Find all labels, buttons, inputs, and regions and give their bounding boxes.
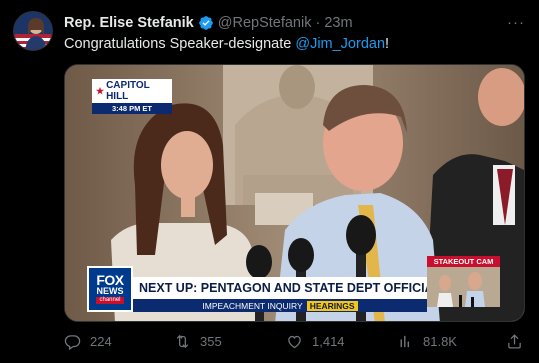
retweet-button[interactable]: 355 [174, 333, 222, 350]
more-options-icon[interactable]: ··· [507, 14, 525, 31]
like-count: 1,414 [312, 334, 345, 349]
location-bug: ★ CAPITOL HILL 3:48 PM ET [92, 79, 172, 114]
tweet-text: Congratulations Speaker-designate @Jim_J… [64, 36, 389, 52]
share-icon [508, 334, 521, 349]
chyron-subheadline: IMPEACHMENT INQUIRY HEARINGS [133, 299, 427, 312]
tweet-text-end: ! [385, 36, 390, 52]
reply-count: 224 [90, 334, 112, 349]
views-icon [400, 335, 410, 348]
stakeout-label: STAKEOUT CAM [427, 256, 500, 267]
verified-badge-icon [198, 15, 214, 31]
like-button[interactable]: 1,414 [286, 333, 345, 350]
reply-icon [64, 335, 81, 350]
location-label: CAPITOL HILL [106, 80, 150, 102]
chyron-headline: NEXT UP: PENTAGON AND STATE DEPT OFFICIA… [133, 277, 427, 299]
subheadline-tag: HEARINGS [306, 300, 358, 311]
author-handle[interactable]: @RepStefanik [218, 15, 312, 31]
action-bar: 224 355 1,414 81.8K [64, 333, 524, 353]
star-icon: ★ [96, 85, 105, 96]
views-count: 81.8K [423, 334, 457, 349]
mention-link[interactable]: @Jim_Jordan [295, 36, 385, 52]
share-button[interactable] [506, 333, 532, 350]
tweet[interactable]: Rep. Elise Stefanik @RepStefanik · 23m ·… [0, 0, 539, 363]
fox-news-logo: FOX NEWS channel [87, 266, 133, 312]
logo-line2: NEWS [96, 286, 124, 296]
tweet-header: Rep. Elise Stefanik @RepStefanik · 23m [64, 13, 353, 33]
author-name[interactable]: Rep. Elise Stefanik [64, 15, 194, 31]
reply-button[interactable]: 224 [64, 333, 112, 350]
stakeout-cam-box: STAKEOUT CAM [427, 256, 500, 307]
retweet-icon [176, 334, 189, 349]
heart-icon [288, 335, 301, 349]
avatar[interactable] [13, 11, 53, 51]
location-time: 3:48 PM ET [92, 103, 172, 114]
logo-line3: channel [96, 297, 124, 304]
tweet-media[interactable]: ★ CAPITOL HILL 3:48 PM ET STAKEOUT CAM FO… [64, 64, 525, 322]
retweet-count: 355 [200, 334, 222, 349]
stakeout-thumbnail [427, 267, 500, 307]
tweet-text-body: Congratulations Speaker-designate [64, 36, 296, 52]
subheadline-text: IMPEACHMENT INQUIRY [202, 300, 303, 311]
timestamp[interactable]: 23m [324, 15, 352, 31]
separator-dot: · [315, 15, 321, 31]
views-button[interactable]: 81.8K [397, 333, 457, 350]
